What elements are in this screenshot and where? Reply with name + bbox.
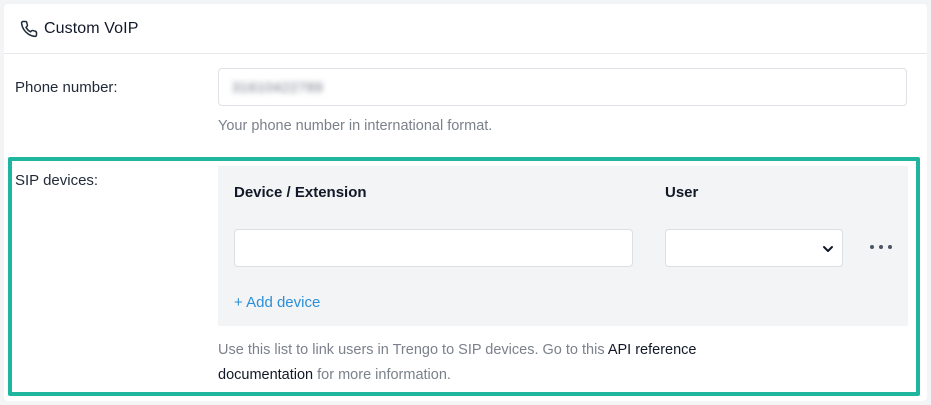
- phone-icon: [20, 20, 38, 38]
- phone-number-value: 31610422789: [232, 79, 324, 95]
- device-extension-input[interactable]: [234, 229, 633, 267]
- chevron-down-icon: [823, 246, 833, 252]
- more-options-button[interactable]: [870, 239, 892, 255]
- help-text-post: for more information.: [313, 367, 451, 383]
- page-title: Custom VoIP: [44, 19, 139, 37]
- add-device-button[interactable]: + Add device: [234, 294, 320, 311]
- api-reference-link[interactable]: API reference: [608, 342, 697, 358]
- phone-number-input[interactable]: 31610422789: [218, 68, 907, 106]
- help-text-pre: Use this list to link users in Trengo to…: [218, 342, 608, 358]
- phone-number-label: Phone number:: [15, 79, 118, 96]
- sip-devices-label: SIP devices:: [15, 172, 99, 189]
- device-extension-header: Device / Extension: [234, 184, 367, 201]
- card-header: Custom VoIP: [4, 4, 927, 54]
- dot-icon: [888, 245, 892, 249]
- phone-number-help: Your phone number in international forma…: [218, 118, 493, 134]
- user-select[interactable]: [665, 229, 843, 267]
- dot-icon: [870, 245, 874, 249]
- sip-devices-help: Use this list to link users in Trengo to…: [218, 338, 818, 388]
- documentation-link[interactable]: documentation: [218, 367, 313, 383]
- sip-devices-panel: Device / Extension User + Add device: [218, 166, 908, 326]
- user-header: User: [665, 184, 699, 201]
- dot-icon: [879, 245, 883, 249]
